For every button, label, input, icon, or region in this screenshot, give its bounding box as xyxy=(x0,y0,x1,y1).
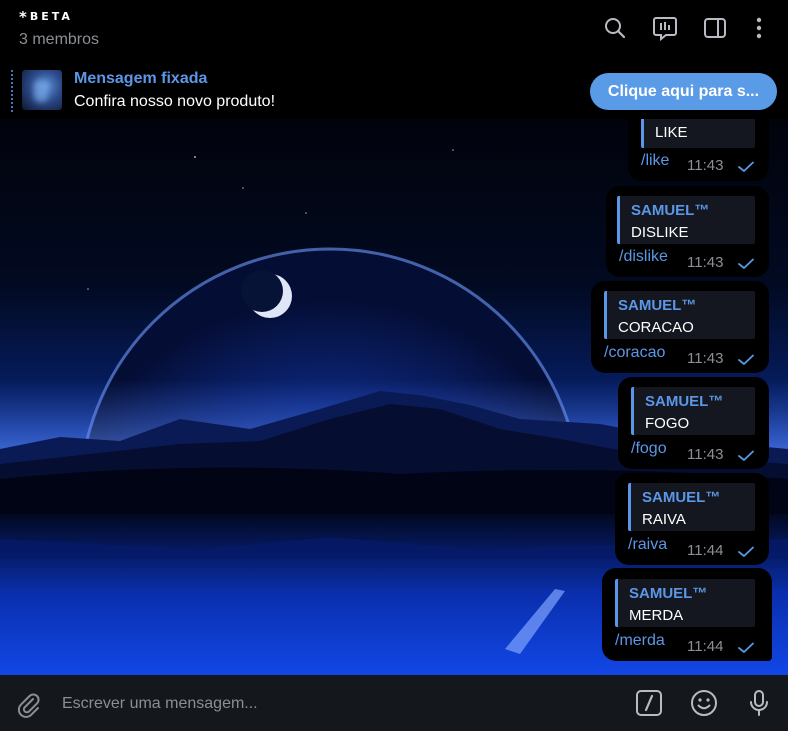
title-text: BETA xyxy=(29,10,73,23)
sidebar-icon[interactable] xyxy=(701,14,729,42)
pinned-message-bar[interactable]: Mensagem fixada Confira nosso novo produ… xyxy=(0,62,788,119)
emoji-icon[interactable] xyxy=(689,688,719,718)
attach-icon[interactable] xyxy=(14,690,42,718)
reply-quote[interactable]: SAMUEL™ RAIVA xyxy=(628,483,755,531)
reply-author: SAMUEL™ xyxy=(631,202,710,219)
bot-command-link[interactable]: /fogo xyxy=(631,440,667,458)
sent-check-icon xyxy=(737,258,755,270)
bot-command-link[interactable]: /dislike xyxy=(619,248,668,266)
pinned-text: Confira nosso novo produto! xyxy=(74,93,276,110)
chat-header[interactable]: * BETA 3 membros xyxy=(0,0,788,62)
sent-check-icon xyxy=(737,450,755,462)
message-input[interactable] xyxy=(62,692,602,716)
sent-check-icon xyxy=(737,642,755,654)
bot-command-link[interactable]: /coracao xyxy=(604,344,665,362)
reply-text: MERDA xyxy=(629,607,684,624)
sent-check-icon xyxy=(737,546,755,558)
pinned-indicator xyxy=(11,70,15,112)
reply-text: FOGO xyxy=(645,415,690,432)
title-star: * xyxy=(19,8,27,26)
bot-command-icon[interactable] xyxy=(634,688,664,718)
bot-command-link[interactable]: /like xyxy=(641,152,669,170)
message-bubble[interactable]: SAMUEL™ RAIVA /raiva 11:44 xyxy=(615,473,769,565)
pinned-action-button[interactable]: Clique aqui para s... xyxy=(590,73,777,110)
pinned-thumbnail xyxy=(22,70,62,110)
reply-author: SAMUEL™ xyxy=(642,489,721,506)
message-time: 11:43 xyxy=(687,350,724,367)
reply-quote[interactable]: SAMUEL™ CORACAO xyxy=(604,291,755,339)
reply-quote[interactable]: LIKE xyxy=(641,119,755,148)
message-bubble[interactable]: SAMUEL™ MERDA /merda 11:44 xyxy=(602,568,772,661)
reply-quote[interactable]: SAMUEL™ DISLIKE xyxy=(617,196,755,244)
message-bubble[interactable]: SAMUEL™ FOGO /fogo 11:43 xyxy=(618,377,769,469)
search-icon[interactable] xyxy=(601,14,629,42)
message-bubble[interactable]: SAMUEL™ DISLIKE /dislike 11:43 xyxy=(606,186,769,277)
pinned-title: Mensagem fixada xyxy=(74,70,208,87)
message-time: 11:43 xyxy=(687,254,724,271)
reply-quote[interactable]: SAMUEL™ FOGO xyxy=(631,387,755,435)
bot-command-link[interactable]: /merda xyxy=(615,632,665,650)
message-bubble[interactable]: LIKE /like 11:43 xyxy=(628,119,769,181)
sent-check-icon xyxy=(737,354,755,366)
chat-wallpaper: LIKE /like 11:43 SAMUEL™ DISLIKE /dislik… xyxy=(0,119,788,675)
reply-author: SAMUEL™ xyxy=(645,393,724,410)
message-time: 11:43 xyxy=(687,446,724,463)
reply-author: SAMUEL™ xyxy=(629,585,708,602)
message-time: 11:43 xyxy=(687,157,724,174)
microphone-icon[interactable] xyxy=(744,688,774,718)
member-count: 3 membros xyxy=(19,31,100,48)
more-icon[interactable] xyxy=(745,14,773,42)
message-time: 11:44 xyxy=(687,542,724,559)
reply-author: SAMUEL™ xyxy=(618,297,697,314)
reply-quote[interactable]: SAMUEL™ MERDA xyxy=(615,579,755,627)
message-bubble[interactable]: SAMUEL™ CORACAO /coracao 11:43 xyxy=(591,281,769,373)
reply-text: DISLIKE xyxy=(631,224,689,241)
reply-text: LIKE xyxy=(655,124,688,141)
poll-icon[interactable] xyxy=(651,14,679,42)
message-time: 11:44 xyxy=(687,638,724,655)
chat-title[interactable]: * BETA xyxy=(19,8,73,26)
reply-text: CORACAO xyxy=(618,319,694,336)
bot-command-link[interactable]: /raiva xyxy=(628,536,667,554)
reply-text: RAIVA xyxy=(642,511,686,528)
sent-check-icon xyxy=(737,161,755,173)
message-composer xyxy=(0,675,788,731)
